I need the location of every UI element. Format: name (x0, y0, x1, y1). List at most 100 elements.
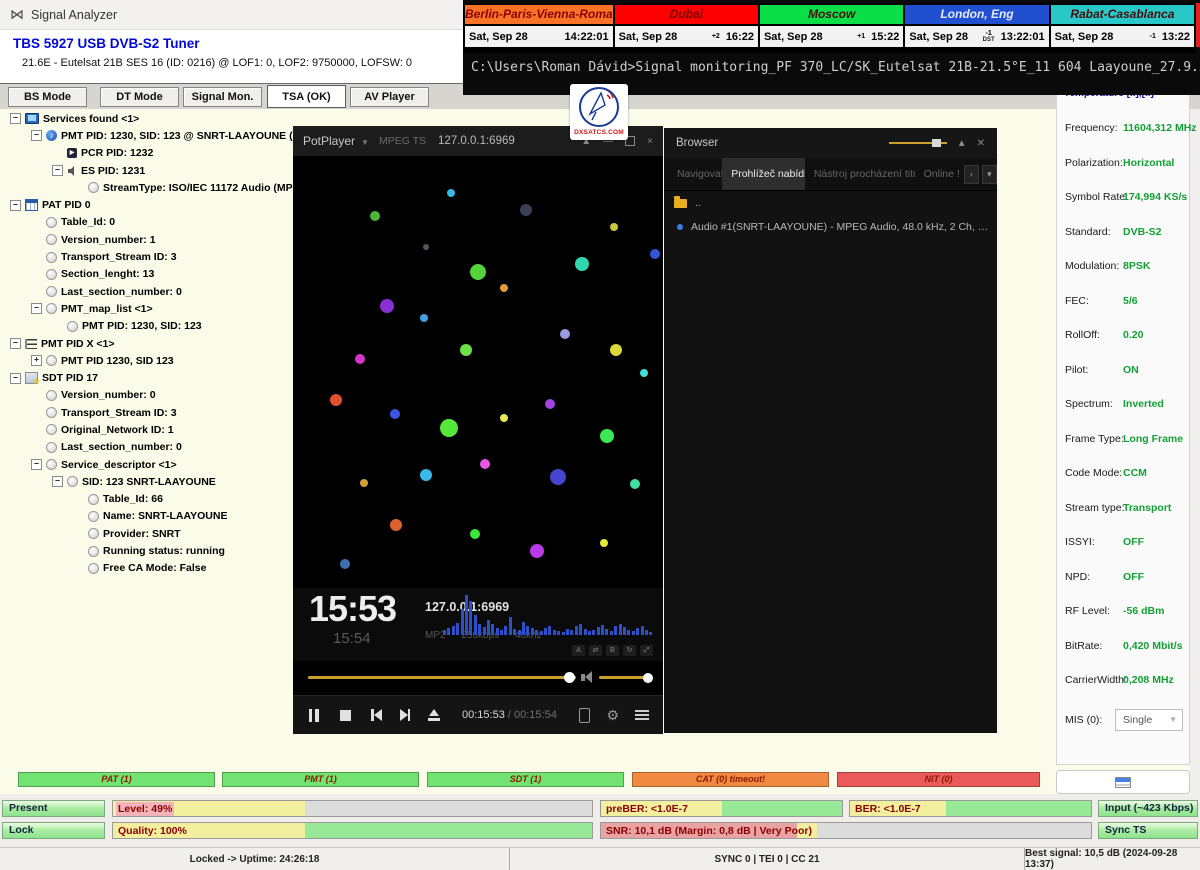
tree-item[interactable]: ▶PCR PID: 1232 (4, 145, 292, 162)
volume-handle[interactable] (643, 673, 653, 683)
visualization-dot (380, 299, 394, 313)
param-row: Code Mode:CCM (1057, 467, 1189, 487)
tree-item[interactable]: StreamType: ISO/IEC 11172 Audio (MPEG-1)… (4, 179, 292, 196)
tree-item-label: Provider: SNRT (103, 528, 181, 540)
tree-item[interactable]: Table_Id: 0 (4, 214, 292, 231)
stop-button[interactable] (340, 710, 351, 721)
dot-icon (88, 182, 99, 193)
tree-item-label: PMT PID 1230, SID 123 (61, 355, 174, 367)
command-prompt-window[interactable]: Berlin-Paris-Vienna-RomaSat, Sep 2814:22… (463, 0, 1200, 95)
tab-dt-mode[interactable]: DT Mode (100, 87, 179, 107)
stream-type-label: MPEG TS (379, 135, 426, 147)
tree-item[interactable]: Version_number: 1 (4, 231, 292, 248)
tree-item[interactable]: −ES PID: 1231 (4, 162, 292, 179)
clock-time: 15:22 (871, 31, 899, 43)
tree-expander[interactable]: − (31, 303, 42, 314)
tab-tsa-ok-[interactable]: TSA (OK) (267, 85, 346, 108)
tree-expander[interactable]: − (10, 338, 21, 349)
chevron-down-icon[interactable]: ▼ (361, 138, 369, 147)
mis-select[interactable]: Single ▼ (1115, 709, 1183, 731)
browser-tab-online-[interactable]: Online ! (915, 158, 961, 190)
seek-bar[interactable] (308, 676, 576, 679)
tree-expander[interactable]: − (52, 476, 63, 487)
tree-item[interactable]: Section_lenght: 13 (4, 266, 292, 283)
tree-item[interactable]: Name: SNRT-LAAYOUNE (4, 508, 292, 525)
tree-expander[interactable]: − (31, 130, 42, 141)
chevron-right-icon[interactable]: › (964, 165, 979, 184)
tree-expander[interactable]: − (31, 459, 42, 470)
potplayer-window[interactable]: PotPlayer ▼ MPEG TS 127.0.0.1:6969 ▲ — ×… (293, 126, 663, 733)
tree-item[interactable]: −★SDT PID 17 (4, 369, 292, 386)
tree-item[interactable]: Transport_Stream ID: 3 (4, 404, 292, 421)
player-mini-icon[interactable]: ⤢ (640, 645, 653, 656)
tree-item[interactable]: Transport_Stream ID: 3 (4, 248, 292, 265)
dot-icon (46, 424, 57, 435)
param-label: Frame Type: (1065, 433, 1124, 445)
time-separator: / (505, 709, 514, 721)
tree-item[interactable]: PMT PID: 1230, SID: 123 (4, 318, 292, 335)
browser-tab-prohl-e-nab-dky[interactable]: Prohlížeč nabídky (722, 158, 805, 190)
folder-up-row[interactable]: .. (664, 191, 997, 215)
tree-item[interactable]: −PAT PID 0 (4, 196, 292, 213)
tree-item[interactable]: Last_section_number: 0 (4, 283, 292, 300)
pin-icon[interactable]: ▲ (957, 138, 967, 149)
dot-icon (67, 476, 78, 487)
dot-icon (88, 563, 99, 574)
browser-window[interactable]: Browser ▲ ✕ NavigovatProhlížeč nabídkyNá… (664, 128, 997, 733)
tree-expander[interactable]: − (10, 200, 21, 211)
video-visualization-area[interactable] (293, 156, 663, 588)
speaker-icon (67, 166, 77, 176)
tab-bs-mode[interactable]: BS Mode (8, 87, 87, 107)
tree-item[interactable]: Version_number: 0 (4, 387, 292, 404)
tab-av-player[interactable]: AV Player (350, 87, 429, 107)
tree-item-label: Transport_Stream ID: 3 (61, 251, 177, 263)
panel-button[interactable] (1056, 770, 1190, 794)
tree-item[interactable]: −Services found <1> (4, 110, 292, 127)
visualization-dot (340, 559, 350, 569)
gear-icon[interactable]: ⚙ (606, 707, 619, 724)
tree-item[interactable]: −SID: 123 SNRT-LAAYOUNE (4, 473, 292, 490)
tree-item[interactable]: Running status: running (4, 542, 292, 559)
tree-item[interactable]: Free CA Mode: False (4, 560, 292, 577)
tree-item[interactable]: Last_section_number: 0 (4, 439, 292, 456)
pause-button[interactable] (307, 709, 320, 722)
volume-icon-cone[interactable] (585, 671, 592, 683)
tree-expander[interactable]: − (52, 165, 63, 176)
tree-item[interactable]: −♪PMT PID: 1230, SID: 123 @ SNRT-LAAYOUN… (4, 127, 292, 144)
device-icon[interactable] (579, 708, 590, 723)
tree-expander[interactable]: − (10, 373, 21, 384)
visualization-dot (530, 544, 544, 558)
player-mini-icon[interactable]: A (572, 645, 585, 656)
eject-button[interactable] (428, 709, 440, 721)
param-row: BitRate:0,420 Mbit/s (1057, 640, 1189, 660)
tree-item[interactable]: −PMT PID X <1> (4, 335, 292, 352)
tree-expander[interactable]: − (10, 113, 21, 124)
tree-expander[interactable]: + (31, 355, 42, 366)
chevron-down-icon[interactable]: ▾ (982, 165, 997, 184)
browser-tab-navigovat[interactable]: Navigovat (668, 158, 722, 190)
tree-item[interactable]: − PMT_map_list <1> (4, 300, 292, 317)
dot-icon (88, 494, 99, 505)
next-button[interactable] (400, 709, 411, 721)
audio-track-row[interactable]: Audio #1(SNRT-LAAYOUNE) - MPEG Audio, 48… (664, 215, 997, 239)
browser-tab-n-stroj-proch-zen-titulk[interactable]: Nástroj procházení titulků (805, 158, 915, 190)
seek-handle[interactable] (564, 672, 575, 683)
tree-item[interactable]: Provider: SNRT (4, 525, 292, 542)
menu-icon[interactable] (635, 708, 649, 722)
volume-slider[interactable] (599, 676, 651, 679)
close-icon[interactable]: × (647, 136, 653, 147)
player-mini-icon[interactable]: ↻ (623, 645, 636, 656)
previous-button[interactable] (371, 709, 382, 721)
close-icon[interactable]: ✕ (977, 138, 985, 149)
tree-item[interactable]: −Service_descriptor <1> (4, 456, 292, 473)
tree-item-label: PMT_map_list <1> (61, 303, 153, 315)
browser-titlebar[interactable]: Browser ▲ ✕ (664, 128, 997, 158)
opacity-handle[interactable] (932, 139, 941, 147)
opacity-slider[interactable] (889, 142, 947, 144)
player-mini-icon[interactable]: B (606, 645, 619, 656)
player-mini-icon[interactable]: ⇄ (589, 645, 602, 656)
tree-item[interactable]: + PMT PID 1230, SID 123 (4, 352, 292, 369)
tab-signal-mon-[interactable]: Signal Mon. (183, 87, 262, 107)
tree-item[interactable]: Original_Network ID: 1 (4, 421, 292, 438)
tree-item[interactable]: Table_Id: 66 (4, 491, 292, 508)
